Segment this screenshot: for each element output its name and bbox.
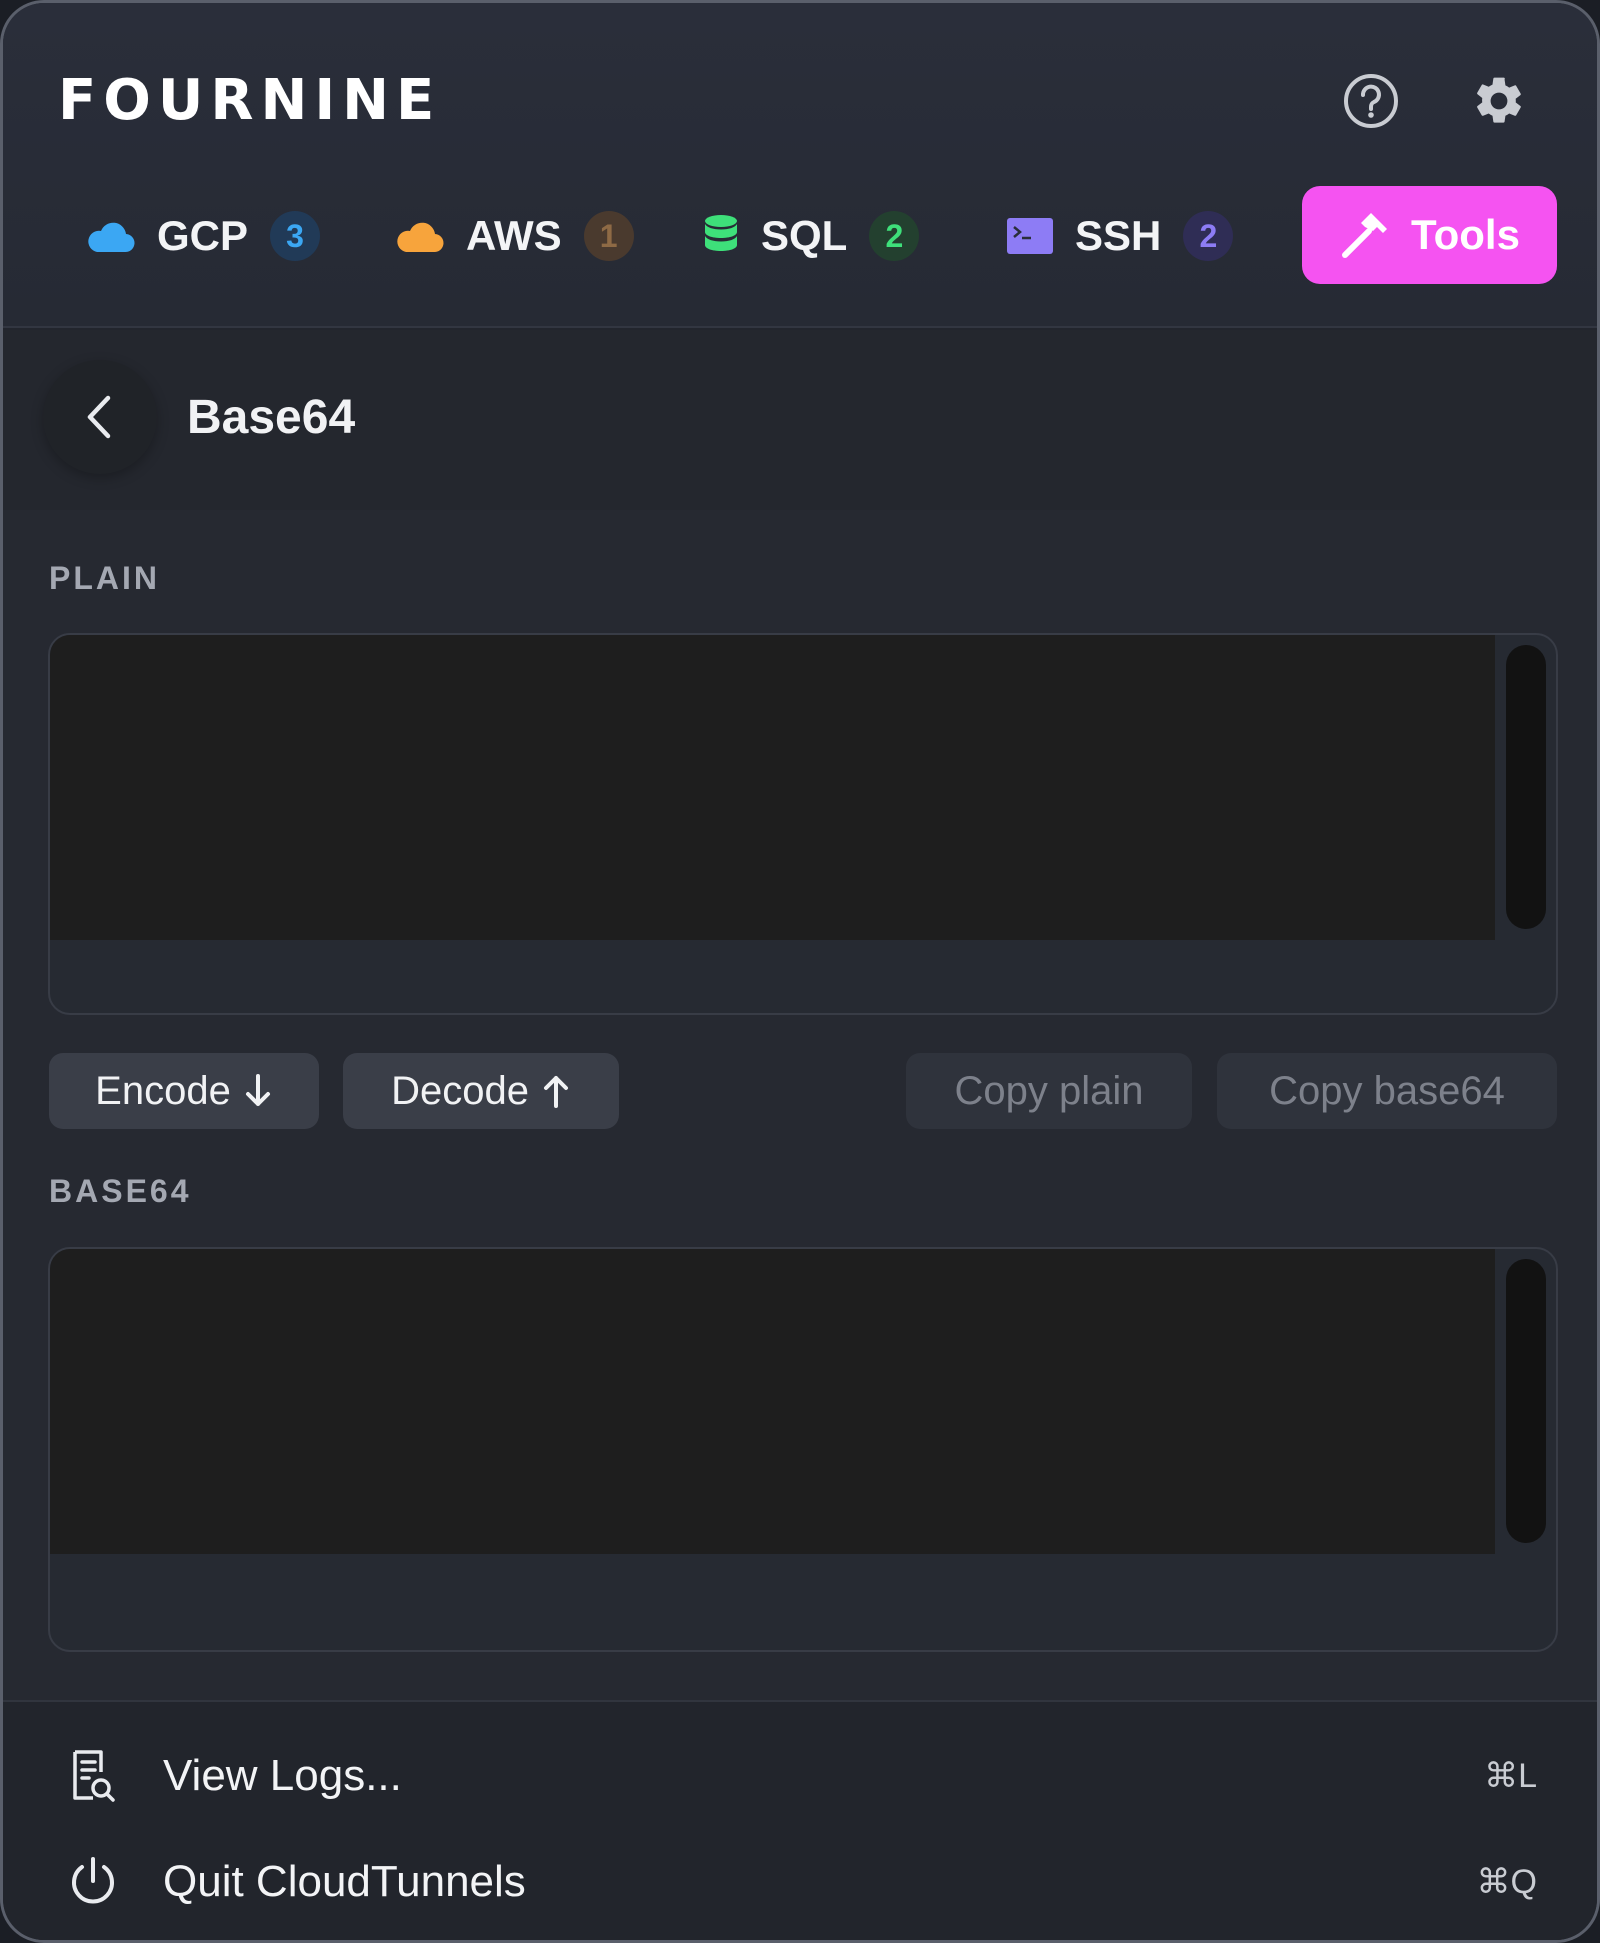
brand-logo: FOURNINE (58, 68, 442, 133)
decode-label: Decode (391, 1068, 529, 1113)
base64-tool: PLAIN Encode Decode Copy plain Copy base… (3, 510, 1597, 1700)
base64-textbox (48, 1247, 1558, 1652)
footer-menu: View Logs... ⌘L Quit CloudTunnels ⌘Q (3, 1700, 1597, 1940)
menu-label: Quit CloudTunnels (163, 1857, 526, 1906)
copy-plain-button[interactable]: Copy plain (906, 1053, 1192, 1129)
page-title: Base64 (187, 391, 356, 444)
tab-sql[interactable]: SQL 2 (703, 186, 920, 286)
provider-tabs: GCP 3 AWS 1 SQL 2 SSH 2 Tools (3, 186, 1597, 286)
arrow-up-icon (541, 1072, 571, 1110)
menu-item-quit[interactable]: Quit CloudTunnels ⌘Q (3, 1832, 1597, 1932)
cloud-icon (397, 222, 444, 253)
log-file-icon (65, 1748, 121, 1804)
tab-count-badge: 2 (1183, 211, 1234, 261)
app-window: FOURNINE GCP 3 AWS 1 SQL 2 SSH 2 Tools B… (0, 0, 1600, 1943)
header: FOURNINE GCP 3 AWS 1 SQL 2 SSH 2 Tools (3, 3, 1597, 328)
tab-tools[interactable]: Tools (1302, 186, 1557, 284)
gear-icon[interactable] (1471, 73, 1527, 129)
plain-textbox (48, 633, 1558, 1015)
tab-gcp[interactable]: GCP 3 (85, 186, 321, 286)
encode-button[interactable]: Encode (49, 1053, 319, 1129)
copy-base64-button[interactable]: Copy base64 (1217, 1053, 1557, 1129)
help-circle-icon[interactable] (1343, 73, 1399, 129)
database-icon (705, 215, 737, 251)
menu-item-view-logs[interactable]: View Logs... ⌘L (3, 1726, 1597, 1826)
shortcut-hint: ⌘Q (1476, 1863, 1537, 1901)
terminal-icon (1007, 218, 1053, 254)
tab-count-badge: 2 (869, 211, 920, 261)
tab-count-badge: 3 (270, 211, 321, 261)
chevron-left-icon (87, 395, 111, 439)
decode-button[interactable]: Decode (343, 1053, 619, 1129)
shortcut-hint: ⌘L (1484, 1757, 1537, 1795)
plain-label: PLAIN (49, 560, 160, 596)
cloud-icon (88, 222, 135, 253)
tab-label: GCP (157, 212, 249, 259)
power-icon (65, 1854, 121, 1910)
base64-input[interactable] (50, 1249, 1495, 1554)
menu-label: View Logs... (163, 1751, 402, 1800)
encode-label: Encode (95, 1068, 231, 1113)
base64-scrollbar[interactable] (1506, 1259, 1546, 1543)
plain-scrollbar[interactable] (1506, 645, 1546, 929)
tab-aws[interactable]: AWS 1 (394, 186, 634, 286)
tab-count-badge: 1 (583, 211, 634, 261)
tab-label: SQL (761, 212, 848, 259)
plain-input[interactable] (50, 635, 1495, 940)
back-button[interactable] (43, 360, 157, 474)
tab-label: Tools (1411, 211, 1520, 258)
tab-label: AWS (466, 212, 562, 259)
tool-header: Base64 (3, 330, 1597, 510)
tab-ssh[interactable]: SSH 2 (1007, 186, 1234, 286)
base64-label: BASE64 (49, 1173, 192, 1209)
tab-label: SSH (1075, 212, 1162, 259)
hammer-icon (1342, 213, 1388, 258)
arrow-down-icon (243, 1072, 273, 1110)
